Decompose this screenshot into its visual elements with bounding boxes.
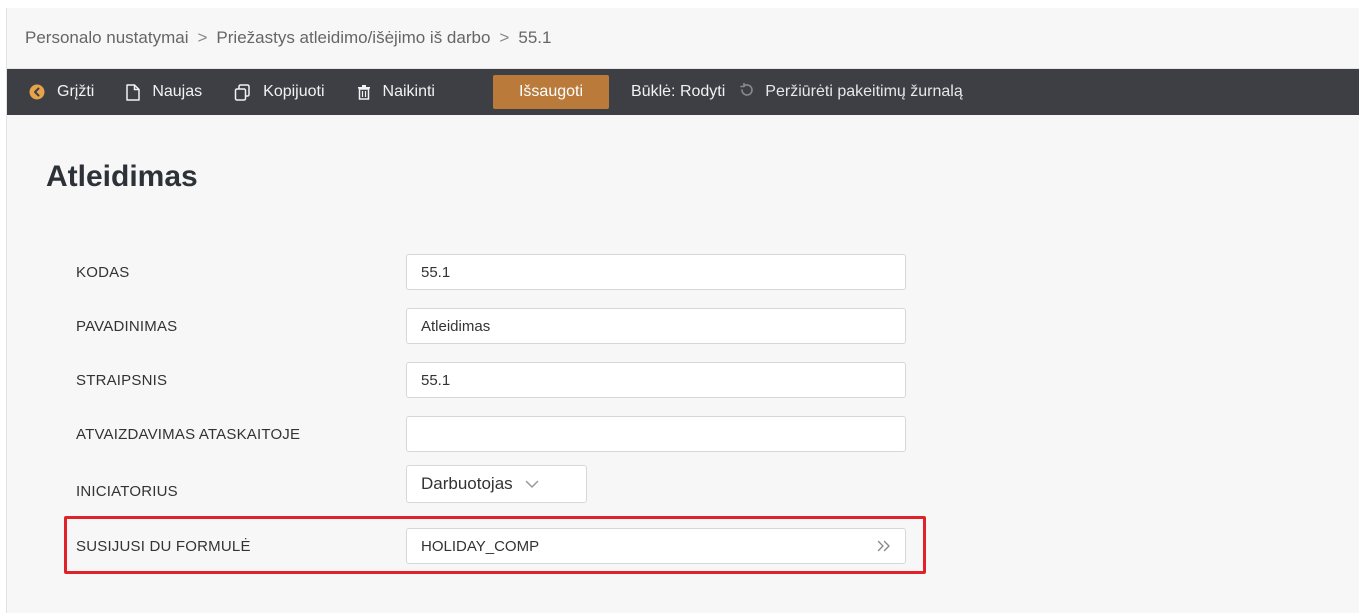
view-change-log-label: Peržiūrėti pakeitimų žurnalą bbox=[765, 83, 963, 100]
history-icon bbox=[739, 82, 755, 103]
formule-field[interactable]: HOLIDAY_COMP bbox=[406, 528, 906, 564]
formule-label: SUSIJUSI DU FORMULĖ bbox=[76, 538, 251, 555]
form-row-atvaizdavimas: ATVAIZDAVIMAS ATASKAITOJE bbox=[76, 416, 916, 454]
new-button[interactable]: Naujas bbox=[126, 83, 202, 101]
formule-value: HOLIDAY_COMP bbox=[421, 537, 540, 555]
iniciatorius-selected-value: Darbuotojas bbox=[421, 474, 513, 493]
pavadinimas-label: PAVADINIMAS bbox=[76, 318, 178, 335]
breadcrumb-item-personalo-nustatymai[interactable]: Personalo nustatymai bbox=[25, 28, 188, 48]
delete-button[interactable]: Naikinti bbox=[357, 83, 435, 101]
arrow-left-circle-icon bbox=[29, 84, 45, 100]
iniciatorius-select[interactable]: Darbuotojas bbox=[406, 465, 587, 503]
toolbar: Grįžti Naujas Kopijuoti Naikinti Išsaugo… bbox=[7, 69, 1359, 115]
form-row-iniciatorius: INICIATORIUS Darbuotojas bbox=[76, 465, 916, 503]
straipsnis-input[interactable] bbox=[406, 362, 906, 398]
back-button-label: Grįžti bbox=[57, 83, 95, 100]
breadcrumb-item-current: 55.1 bbox=[518, 28, 552, 47]
form-row-straipsnis: STRAIPSNIS bbox=[76, 362, 916, 400]
copy-icon bbox=[234, 83, 251, 101]
breadcrumb-item-priezastys[interactable]: Priežastys atleidimo/išėjimo iš darbo bbox=[216, 28, 490, 48]
trash-icon bbox=[357, 84, 371, 100]
breadcrumb-separator: > bbox=[499, 28, 510, 47]
new-document-icon bbox=[126, 83, 141, 101]
form-row-formule: SUSIJUSI DU FORMULĖ HOLIDAY_COMP bbox=[76, 528, 916, 566]
view-change-log-button[interactable]: Peržiūrėti pakeitimų žurnalą bbox=[739, 82, 963, 103]
straipsnis-label: STRAIPSNIS bbox=[76, 372, 168, 389]
status-label: Būklė: Rodyti bbox=[631, 83, 726, 100]
form-row-pavadinimas: PAVADINIMAS bbox=[76, 308, 916, 346]
iniciatorius-label: INICIATORIUS bbox=[76, 483, 178, 500]
kodas-input[interactable] bbox=[406, 254, 906, 290]
page-title: Atleidimas bbox=[46, 160, 198, 193]
chevron-down-icon bbox=[525, 480, 539, 489]
atvaizdavimas-input[interactable] bbox=[406, 416, 906, 452]
kodas-label: KODAS bbox=[76, 264, 130, 281]
copy-button[interactable]: Kopijuoti bbox=[234, 83, 325, 101]
new-button-label: Naujas bbox=[152, 83, 203, 100]
atvaizdavimas-label: ATVAIZDAVIMAS ATASKAITOJE bbox=[76, 426, 301, 443]
back-button[interactable]: Grįžti bbox=[29, 83, 94, 101]
double-chevron-right-icon[interactable] bbox=[877, 536, 891, 557]
copy-button-label: Kopijuoti bbox=[263, 83, 325, 100]
save-button[interactable]: Išsaugoti bbox=[492, 75, 610, 109]
breadcrumb-separator: > bbox=[197, 28, 208, 47]
delete-button-label: Naikinti bbox=[382, 83, 435, 100]
form-row-kodas: KODAS bbox=[76, 254, 916, 292]
breadcrumb: Personalo nustatymai > Priežastys atleid… bbox=[7, 8, 1359, 69]
pavadinimas-input[interactable] bbox=[406, 308, 906, 344]
